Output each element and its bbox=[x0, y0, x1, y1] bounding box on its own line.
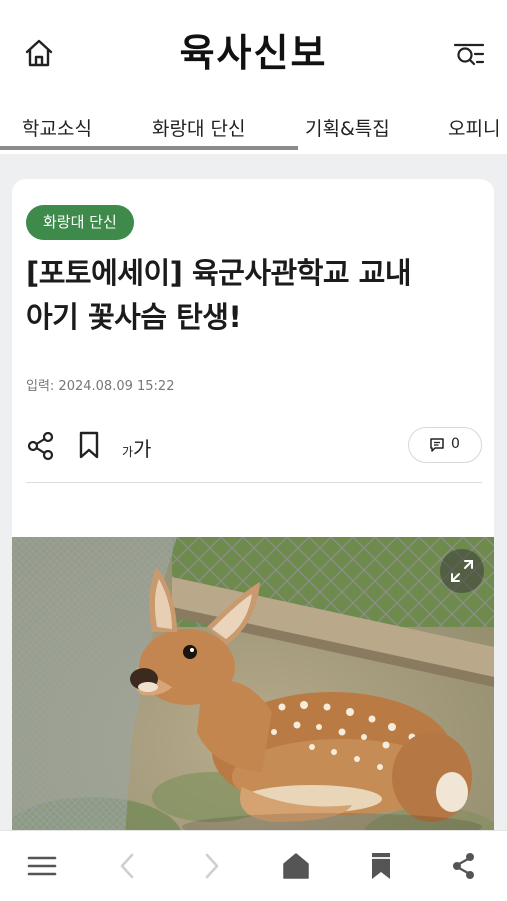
tab-opinion[interactable]: 오피니 bbox=[448, 114, 500, 141]
font-size-small: 가 bbox=[122, 445, 134, 459]
article-title: [포토에세이] 육군사관학교 교내 아기 꽃사슴 탄생! bbox=[26, 251, 488, 339]
tab-hwarangdae-brief[interactable]: 화랑대 단신 bbox=[152, 114, 245, 141]
toolbar-divider bbox=[26, 482, 482, 483]
fawn-photo[interactable] bbox=[12, 537, 494, 879]
tab-active-indicator bbox=[0, 146, 298, 150]
tab-features[interactable]: 기획&특집 bbox=[305, 114, 390, 141]
expand-photo-icon[interactable] bbox=[440, 549, 484, 593]
article-card: 화랑대 단신 [포토에세이] 육군사관학교 교내 아기 꽃사슴 탄생! 입력: … bbox=[12, 179, 494, 879]
tab-school-news[interactable]: 학교소식 bbox=[22, 114, 92, 141]
bookmark-icon[interactable] bbox=[76, 430, 102, 460]
category-badge[interactable]: 화랑대 단신 bbox=[26, 205, 134, 240]
article-title-line-1: [포토에세이] 육군사관학교 교내 bbox=[26, 256, 412, 290]
article-title-line-2: 아기 꽃사슴 탄생! bbox=[26, 300, 242, 334]
comment-button[interactable]: 0 bbox=[408, 427, 482, 463]
font-size-large: 가 bbox=[133, 437, 152, 461]
share-icon[interactable] bbox=[448, 851, 480, 881]
bottom-navigation bbox=[0, 830, 507, 901]
bookmark-icon[interactable] bbox=[365, 851, 397, 881]
publish-date: 입력: 2024.08.09 15:22 bbox=[26, 379, 175, 394]
share-icon[interactable] bbox=[26, 431, 56, 461]
app-header: 육사신보 bbox=[0, 0, 507, 104]
comment-icon bbox=[429, 437, 445, 453]
site-logo[interactable]: 육사신보 bbox=[0, 22, 507, 77]
comment-count: 0 bbox=[451, 436, 460, 452]
menu-icon[interactable] bbox=[26, 851, 58, 881]
article-toolbar: 가가 0 bbox=[26, 427, 482, 467]
search-menu-icon[interactable] bbox=[451, 36, 487, 70]
forward-icon[interactable] bbox=[195, 851, 227, 881]
font-size-button[interactable]: 가가 bbox=[122, 433, 151, 462]
home-icon[interactable] bbox=[280, 851, 312, 881]
back-icon[interactable] bbox=[112, 851, 144, 881]
